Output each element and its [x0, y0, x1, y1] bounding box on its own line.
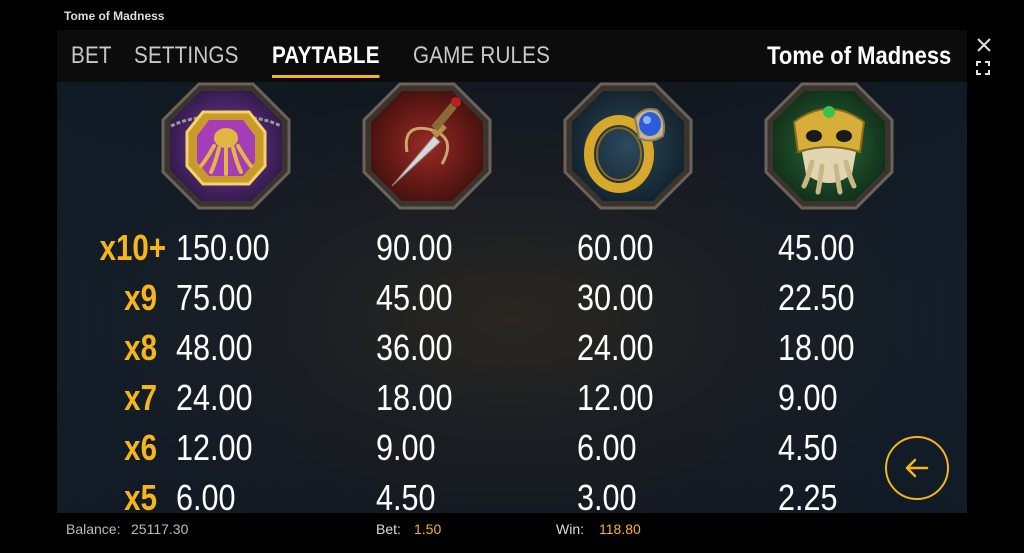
multiplier-label: x6: [124, 427, 157, 468]
multiplier-label: x7: [124, 377, 157, 418]
payout-column-ring: 60.00 30.00 24.00 12.00 6.00 3.00: [577, 227, 737, 513]
payout-value: 36.00: [376, 327, 453, 368]
win-label: Win:: [556, 521, 584, 537]
payout-value: 45.00: [376, 277, 453, 318]
payout-value: 48.00: [176, 327, 253, 368]
bet-value: 1.50: [414, 521, 442, 537]
tab-settings[interactable]: SETTINGS: [134, 42, 239, 78]
payout-column-dagger: 90.00 45.00 36.00 18.00 9.00 4.50: [376, 227, 536, 513]
back-arrow-icon: [905, 458, 929, 478]
fullscreen-icon: [976, 61, 990, 75]
tab-bar: BET SETTINGS PAYTABLE GAME RULES: [71, 42, 562, 78]
sapphire-ring-symbol: [563, 82, 693, 210]
multiplier-column: x10+ x9 x8 x7 x6 x5: [87, 227, 167, 513]
multiplier-label: x10+: [99, 227, 167, 268]
octopus-amulet-symbol: [161, 82, 291, 210]
tab-bet[interactable]: BET: [71, 42, 112, 78]
payout-value: 90.00: [376, 227, 453, 268]
payout-value: 3.00: [577, 477, 637, 513]
bet-label: Bet:: [376, 521, 401, 537]
cthulhu-mask-symbol: [764, 82, 894, 210]
payout-value: 12.00: [577, 377, 654, 418]
payout-value: 30.00: [577, 277, 654, 318]
multiplier-label: x5: [124, 477, 157, 513]
payout-value: 6.00: [176, 477, 236, 513]
payout-value: 45.00: [778, 227, 855, 268]
payout-column-octopus: 150.00 75.00 48.00 24.00 12.00 6.00: [176, 227, 336, 513]
tab-paytable[interactable]: PAYTABLE: [271, 42, 380, 78]
status-bar: Balance: 25117.30 Bet: 1.50 Win: 118.80: [0, 513, 1024, 553]
balance-label: Balance:: [66, 521, 121, 537]
tab-game-rules[interactable]: GAME RULES: [413, 42, 550, 78]
payout-value: 12.00: [176, 427, 253, 468]
payout-value: 6.00: [577, 427, 637, 468]
payout-value: 75.00: [176, 277, 253, 318]
back-button[interactable]: [885, 436, 949, 500]
payout-value: 22.50: [778, 277, 855, 318]
payout-value: 18.00: [376, 377, 453, 418]
window-title: Tome of Madness: [64, 9, 165, 23]
paytable-panel: BET SETTINGS PAYTABLE GAME RULES Tome of…: [57, 30, 967, 513]
payout-value: 4.50: [376, 477, 436, 513]
payout-value: 24.00: [577, 327, 654, 368]
close-icon: [977, 38, 991, 52]
multiplier-label: x9: [124, 277, 157, 318]
close-button[interactable]: [975, 36, 993, 54]
payout-value: 18.00: [778, 327, 855, 368]
balance-value: 25117.30: [131, 521, 189, 537]
payout-value: 9.00: [376, 427, 436, 468]
payout-value: 24.00: [176, 377, 253, 418]
payout-value: 60.00: [577, 227, 654, 268]
win-value: 118.80: [599, 521, 641, 537]
multiplier-label: x8: [124, 327, 157, 368]
game-name: Tome of Madness: [766, 42, 951, 70]
fullscreen-button[interactable]: [976, 61, 990, 75]
payout-value: 9.00: [778, 377, 838, 418]
dagger-symbol: [362, 82, 492, 210]
payout-value: 150.00: [176, 227, 270, 268]
